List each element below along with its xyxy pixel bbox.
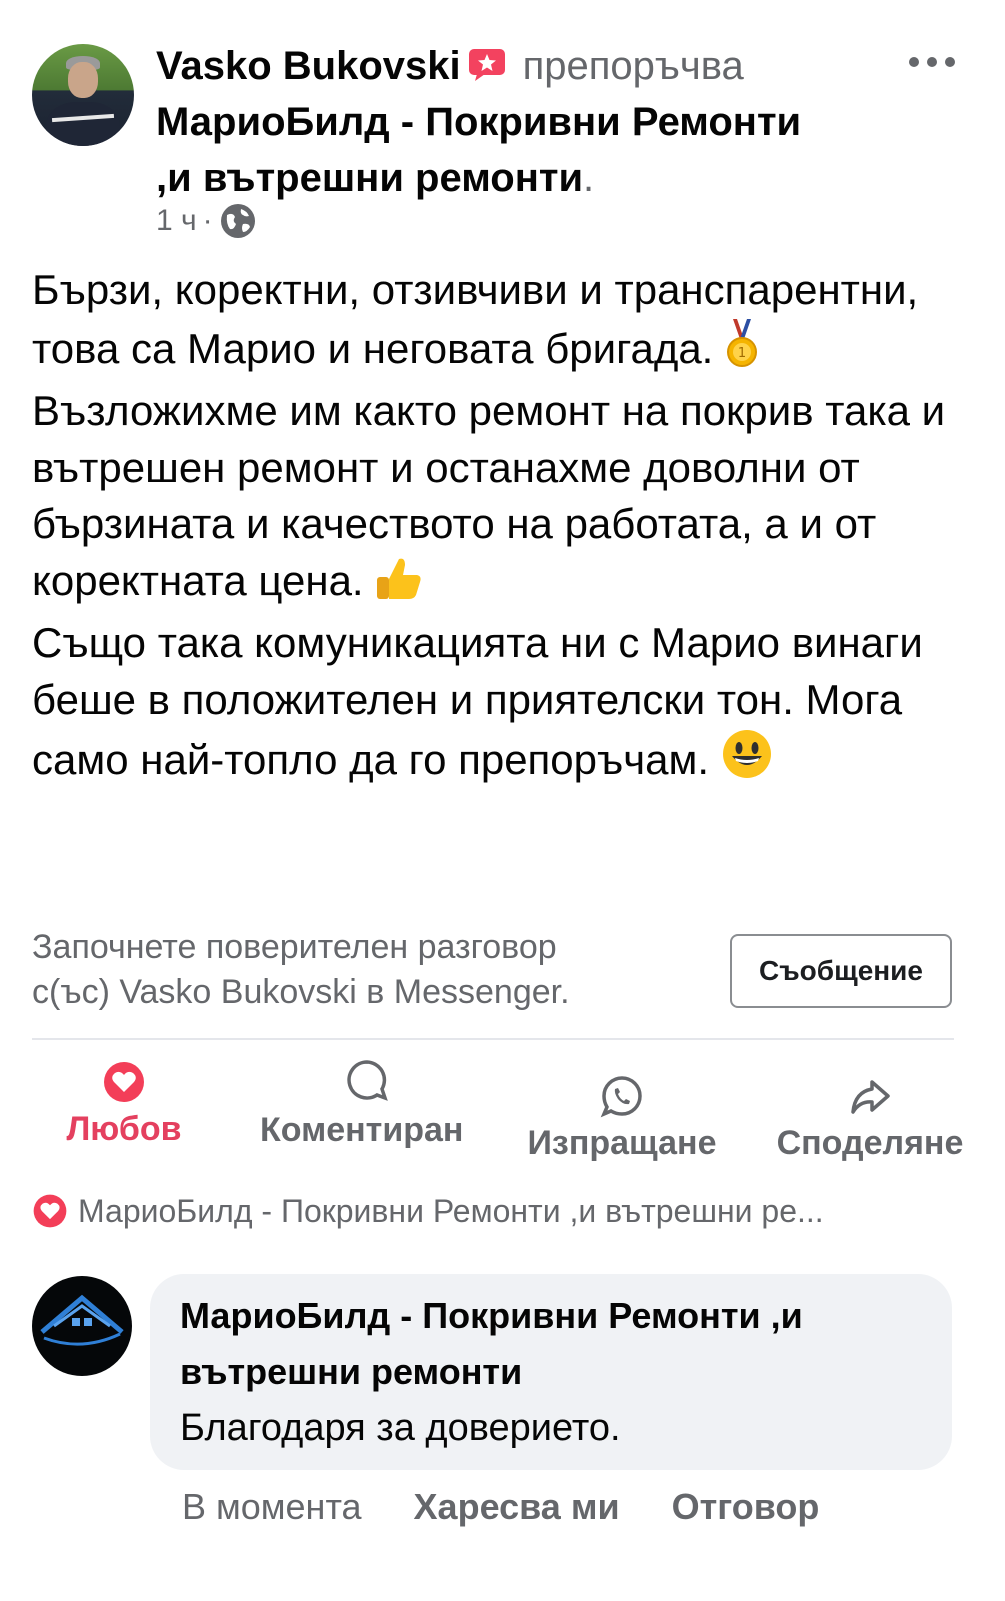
comment-author[interactable]: МариоБилд - Покривни Ремонти ,и вътрешни… — [180, 1288, 922, 1400]
medal-icon: 1 — [725, 318, 759, 384]
post-header: Vasko Bukovski препоръчва МариоБилд - Пок… — [156, 38, 846, 206]
thumbs-up-icon — [375, 555, 423, 616]
send-label: Изпращане — [527, 1124, 717, 1162]
author-avatar[interactable] — [32, 44, 134, 146]
messenger-prompt-line1: Започнете поверителен разговор — [32, 928, 557, 966]
svg-text:1: 1 — [738, 346, 746, 361]
comment-time[interactable]: В момента — [182, 1486, 362, 1536]
post-time[interactable]: 1 ч — [156, 204, 197, 238]
more-dots-icon[interactable] — [905, 50, 959, 74]
divider — [32, 1038, 954, 1040]
send-message-button[interactable]: Съобщение — [730, 934, 952, 1008]
comment-button[interactable]: Коментиране — [256, 1058, 478, 1168]
page-name-link[interactable]: МариоБилд - Покривни Ремонти ,и вътрешни… — [156, 100, 801, 200]
heart-icon — [104, 1062, 144, 1102]
page-avatar[interactable] — [32, 1276, 132, 1376]
comment-actions: В момента Харесва ми Отговор — [182, 1486, 819, 1536]
whatsapp-icon — [600, 1076, 642, 1118]
meta-separator: · — [202, 204, 213, 237]
page-name-suffix: . — [583, 156, 595, 200]
share-arrow-icon — [851, 1080, 890, 1114]
post-paragraph-3: Също така комуникацията ни с Марио винаг… — [32, 615, 972, 795]
reaction-summary-text: МариоБилд - Покривни Ремонти ,и вътрешни… — [78, 1192, 824, 1229]
comment-reply-button[interactable]: Отговор — [672, 1486, 820, 1536]
reaction-summary[interactable]: МариоБилд - Покривни Ремонти ,и вътрешни… — [32, 1188, 952, 1234]
post-text: Бързи, коректни, отзивчиви и транспарент… — [32, 262, 972, 795]
comment-label: Коментиране — [260, 1111, 464, 1158]
smile-icon — [721, 728, 773, 795]
messenger-prompt: Започнете поверителен разговор с(ъс) Vas… — [32, 925, 712, 1015]
post-paragraph-1: Бързи, коректни, отзивчиви и транспарент… — [32, 262, 972, 383]
messenger-prompt-line2: с(ъс) Vasko Bukovski в Messenger. — [32, 973, 570, 1011]
share-button[interactable]: Споделяне — [772, 1074, 968, 1184]
share-label: Споделяне — [776, 1124, 964, 1162]
recommendation-icon — [467, 42, 507, 81]
send-button[interactable]: Изпращане — [520, 1074, 724, 1184]
house-logo-icon — [40, 1294, 124, 1346]
post-meta: 1 ч · — [156, 198, 257, 244]
author-name[interactable]: Vasko Bukovski — [156, 44, 461, 88]
love-button[interactable]: Любов — [62, 1060, 186, 1170]
recommends-verb: препоръчва — [522, 44, 744, 88]
heart-reaction-icon — [33, 1194, 67, 1228]
globe-icon — [219, 202, 257, 240]
love-label: Любов — [66, 1110, 182, 1148]
comment-bubble-icon — [347, 1060, 388, 1101]
comment-text: Благодаря за доверието. — [180, 1407, 621, 1449]
comment-like-button[interactable]: Харесва ми — [414, 1486, 620, 1536]
post-paragraph-2: Възложихме им както ремонт на покрив так… — [32, 383, 972, 615]
comment-bubble: МариоБилд - Покривни Ремонти ,и вътрешни… — [150, 1274, 952, 1470]
